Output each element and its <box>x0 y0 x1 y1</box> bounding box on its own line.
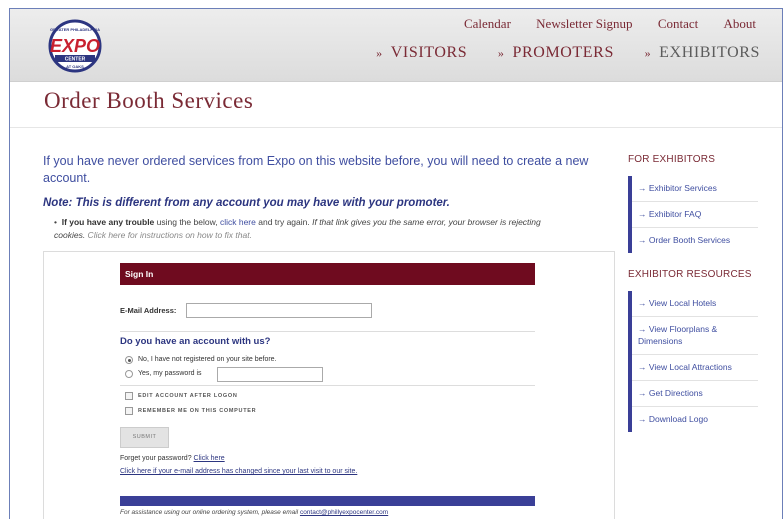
nav-newsletter-signup[interactable]: Newsletter Signup <box>536 16 632 31</box>
radio-new-user-label: No, I have not registered on your site b… <box>138 356 277 363</box>
svg-text:GREATER PHILADELPHIA: GREATER PHILADELPHIA <box>50 27 100 32</box>
top-nav: Calendar Newsletter Signup Contact About <box>442 16 756 32</box>
forgot-password-link[interactable]: Click here <box>194 455 225 462</box>
email-label: E-Mail Address: <box>120 306 177 315</box>
radio-existing-user-label: Yes, my password is <box>138 370 202 377</box>
sidebar-item-floorplans[interactable]: → View Floorplans & Dimensions <box>632 317 758 355</box>
sidebar-item-local-attractions[interactable]: → View Local Attractions <box>632 355 758 381</box>
sidebar-item-local-hotels[interactable]: → View Local Hotels <box>632 291 758 317</box>
remember-me-label: REMEMBER ME ON THIS COMPUTER <box>138 408 257 414</box>
double-chevron-icon: » <box>644 46 652 60</box>
sidebar-item-exhibitor-faq[interactable]: → Exhibitor FAQ <box>632 202 758 228</box>
svg-text:EXPO: EXPO <box>50 36 100 56</box>
title-divider <box>10 127 782 128</box>
main-nav: » VISITORS » PROMOTERS » EXHIBITORS <box>350 44 760 62</box>
page-title: Order Booth Services <box>44 88 254 113</box>
password-input[interactable] <box>217 367 323 382</box>
svg-text:CENTER: CENTER <box>65 57 86 63</box>
sidebar-item-directions[interactable]: → Get Directions <box>632 381 758 407</box>
email-changed-link[interactable]: Click here if your e-mail address has ch… <box>120 468 357 475</box>
account-question: Do you have an account with us? <box>120 336 271 347</box>
sidebar-heading-resources: EXHIBITOR RESOURCES <box>628 269 752 280</box>
nav-calendar[interactable]: Calendar <box>464 16 511 31</box>
nav-contact[interactable]: Contact <box>658 16 698 31</box>
intro-text: If you have never ordered services from … <box>43 154 589 185</box>
cookie-help-link[interactable]: Click here for instructions on how to fi… <box>85 230 252 240</box>
sidebar-item-download-logo[interactable]: → Download Logo <box>632 407 758 432</box>
sidebar-resources-list: → View Local Hotels → View Floorplans & … <box>628 291 758 432</box>
form-footer-bar <box>120 496 535 506</box>
sidebar: FOR EXHIBITORS → Exhibitor Services → Ex… <box>628 152 758 446</box>
sign-in-header: Sign In <box>120 263 535 285</box>
sidebar-item-order-booth-services[interactable]: → Order Booth Services <box>632 228 758 253</box>
sidebar-heading-exhibitors: FOR EXHIBITORS <box>628 154 716 165</box>
trouble-bullet: • If you have any trouble using the belo… <box>54 217 541 240</box>
email-input[interactable] <box>186 303 372 318</box>
nav-exhibitors[interactable]: » EXHIBITORS <box>645 44 760 61</box>
trouble-bold: If you have any trouble <box>61 217 155 227</box>
contact-email-link[interactable]: contact@phillyexpocenter.com <box>300 509 388 516</box>
radio-existing-user[interactable] <box>125 370 133 378</box>
submit-button[interactable]: SUBMIT <box>120 427 169 448</box>
browser-frame: GREATER PHILADELPHIA EXPO CENTER AT OAKS… <box>9 8 783 519</box>
divider <box>120 331 535 332</box>
sidebar-item-exhibitor-services[interactable]: → Exhibitor Services <box>632 176 758 202</box>
site-header: GREATER PHILADELPHIA EXPO CENTER AT OAKS… <box>10 9 782 82</box>
expo-center-logo[interactable]: GREATER PHILADELPHIA EXPO CENTER AT OAKS <box>46 19 104 73</box>
sidebar-exhibitors-list: → Exhibitor Services → Exhibitor FAQ → O… <box>628 176 758 253</box>
nav-about[interactable]: About <box>724 16 757 31</box>
radio-new-user[interactable] <box>125 356 133 364</box>
nav-promoters[interactable]: » PROMOTERS <box>498 44 614 61</box>
double-chevron-icon: » <box>376 46 383 60</box>
retry-link[interactable]: click here <box>220 217 256 227</box>
assistance-text: For assistance using our online ordering… <box>120 509 389 516</box>
forgot-password: Forget your password? Click here <box>120 455 225 462</box>
divider <box>120 385 535 386</box>
double-chevron-icon: » <box>497 46 505 60</box>
remember-me-checkbox[interactable] <box>125 407 133 415</box>
edit-account-label: EDIT ACCOUNT AFTER LOGON <box>138 393 238 399</box>
nav-visitors[interactable]: » VISITORS <box>376 44 467 61</box>
edit-account-checkbox[interactable] <box>125 392 133 400</box>
svg-text:AT OAKS: AT OAKS <box>66 64 84 69</box>
account-note: Note: This is different from any account… <box>43 197 450 209</box>
